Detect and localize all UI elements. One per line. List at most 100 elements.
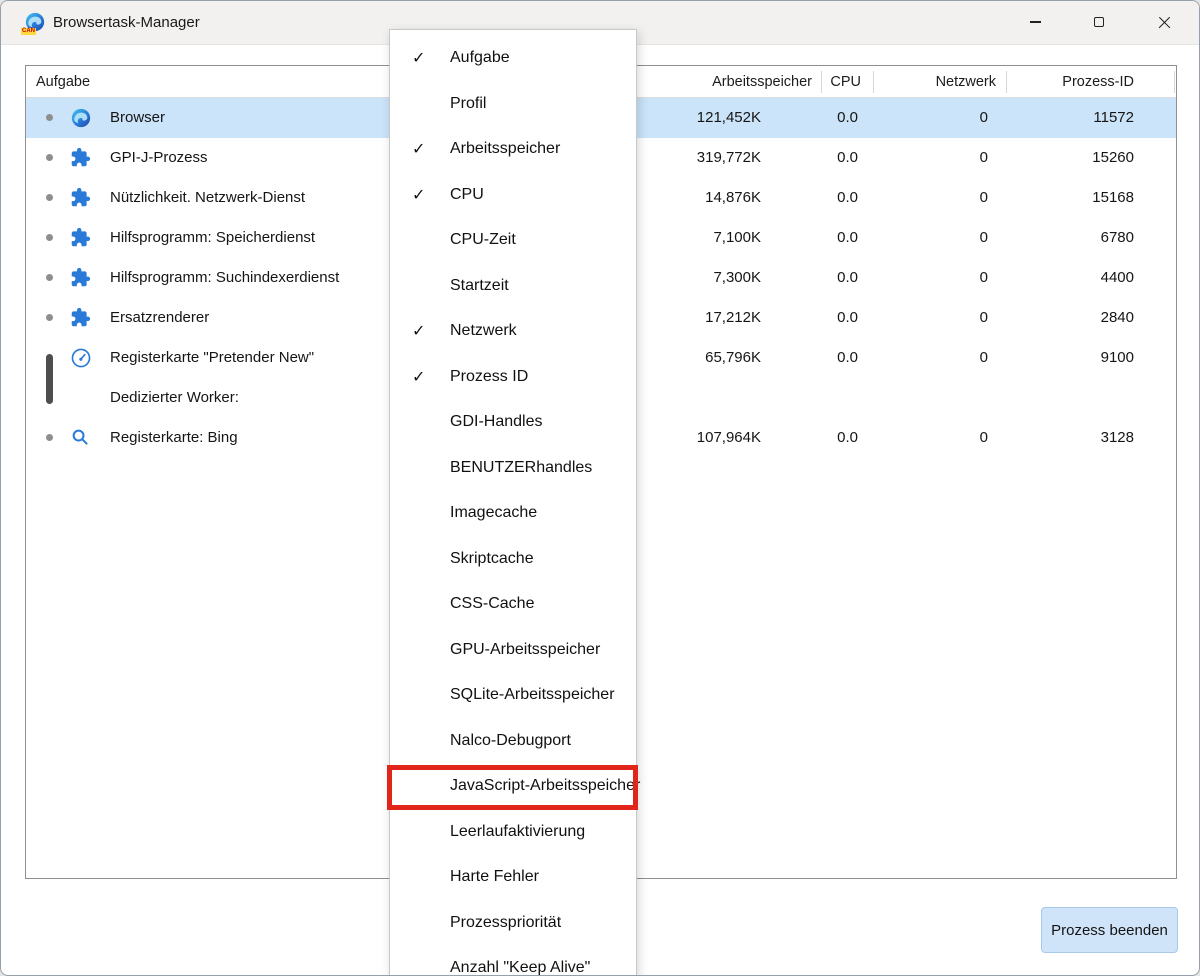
extension-icon xyxy=(70,227,92,249)
bullet-icon xyxy=(46,234,53,241)
menu-item-leerlaufaktivierung[interactable]: Leerlaufaktivierung xyxy=(390,810,636,856)
end-process-button[interactable]: Prozess beenden xyxy=(1041,907,1178,953)
bullet-icon xyxy=(46,274,53,281)
network-cell: 0 xyxy=(980,309,988,326)
menu-item-label: Imagecache xyxy=(450,504,537,522)
task-name: Dedizierter Worker: xyxy=(110,389,239,406)
menu-item-gdi-handles[interactable]: GDI-Handles xyxy=(390,400,636,446)
cpu-cell: 0.0 xyxy=(837,309,858,326)
network-cell: 0 xyxy=(980,149,988,166)
menu-item-profil[interactable]: Profil xyxy=(390,82,636,128)
menu-item-label: Nalco-Debugport xyxy=(450,732,571,750)
maximize-icon xyxy=(1094,17,1104,27)
menu-item-harte-fehler[interactable]: Harte Fehler xyxy=(390,855,636,901)
menu-item-nalco-debugport[interactable]: Nalco-Debugport xyxy=(390,719,636,765)
menu-item-label: Prozess ID xyxy=(450,368,528,386)
cpu-cell: 0.0 xyxy=(837,149,858,166)
extension-icon xyxy=(70,147,92,169)
menu-item-label: Arbeitsspeicher xyxy=(450,140,560,158)
gauge-icon xyxy=(70,347,92,369)
menu-item-anzahl-keep-alive[interactable]: Anzahl "Keep Alive" xyxy=(390,946,636,976)
memory-cell: 7,100K xyxy=(713,229,761,246)
column-header-cpu[interactable]: CPU xyxy=(830,74,861,90)
menu-item-label: JavaScript-Arbeitsspeicher xyxy=(450,777,640,795)
menu-item-label: GDI-Handles xyxy=(450,413,542,431)
window-title: Browsertask-Manager xyxy=(53,14,200,31)
pid-cell: 11572 xyxy=(1093,109,1134,126)
menu-item-label: Harte Fehler xyxy=(450,868,539,886)
bullet-icon xyxy=(46,434,53,441)
menu-item-sqlite-arbeitsspeicher[interactable]: SQLite-Arbeitsspeicher xyxy=(390,673,636,719)
task-name: GPI-J-Prozess xyxy=(110,149,208,166)
menu-item-cpu[interactable]: ✓CPU xyxy=(390,173,636,219)
close-icon xyxy=(1158,16,1171,29)
menu-item-aufgabe[interactable]: ✓ Aufgabe xyxy=(390,36,636,82)
menu-item-label: SQLite-Arbeitsspeicher xyxy=(450,686,615,704)
memory-cell: 319,772K xyxy=(697,149,761,166)
menu-item-label: Leerlaufaktivierung xyxy=(450,823,585,841)
menu-item-css-cache[interactable]: CSS-Cache xyxy=(390,582,636,628)
menu-item-startzeit[interactable]: Startzeit xyxy=(390,264,636,310)
menu-item-label: CPU-Zeit xyxy=(450,231,516,249)
task-name: Registerkarte: Bing xyxy=(110,429,238,446)
menu-item-skriptcache[interactable]: Skriptcache xyxy=(390,537,636,583)
column-header-memory[interactable]: Arbeitsspeicher xyxy=(712,74,812,90)
pid-cell: 15260 xyxy=(1092,149,1134,166)
columns-context-menu: ✓AufgabeProfil✓Arbeitsspeicher✓CPUCPU-Ze… xyxy=(389,29,637,976)
network-cell: 0 xyxy=(980,429,988,446)
pid-cell: 15168 xyxy=(1092,189,1134,206)
app-icon: CAN xyxy=(24,11,46,33)
menu-item-benutzerhandles[interactable]: BENUTZERhandles xyxy=(390,446,636,492)
column-divider xyxy=(821,71,822,93)
task-name: Hilfsprogramm: Speicherdienst xyxy=(110,229,315,246)
checkmark-icon: ✓ xyxy=(412,321,425,341)
memory-cell: 7,300K xyxy=(713,269,761,286)
network-cell: 0 xyxy=(980,349,988,366)
menu-item-imagecache[interactable]: Imagecache xyxy=(390,491,636,537)
menu-item-label: Startzeit xyxy=(450,277,509,295)
extension-icon xyxy=(70,267,92,289)
task-name: Registerkarte "Pretender New" xyxy=(110,349,314,366)
column-header-pid[interactable]: Prozess-ID xyxy=(1062,74,1134,90)
menu-item-gpu-arbeitsspeicher[interactable]: GPU-Arbeitsspeicher xyxy=(390,628,636,674)
menu-item-cpu-zeit[interactable]: CPU-Zeit xyxy=(390,218,636,264)
task-name: Browser xyxy=(110,109,165,126)
app-badge: CAN xyxy=(21,28,36,35)
checkmark-icon: ✓ xyxy=(412,185,425,205)
browser-task-manager-window: CAN Browsertask-Manager Aufgabe Arbeitss… xyxy=(0,0,1200,976)
menu-item-netzwerk[interactable]: ✓Netzwerk xyxy=(390,309,636,355)
menu-item-label: CSS-Cache xyxy=(450,595,534,613)
menu-item-prozess-id[interactable]: ✓ Prozess ID xyxy=(390,355,636,401)
task-name: Nützlichkeit. Netzwerk-Dienst xyxy=(110,189,305,206)
search-icon xyxy=(70,427,92,449)
column-divider xyxy=(1174,71,1175,93)
menu-item-label: Aufgabe xyxy=(450,49,510,67)
extension-icon xyxy=(70,187,92,209)
maximize-button[interactable] xyxy=(1076,4,1122,40)
edge-icon xyxy=(70,107,92,129)
column-header-network[interactable]: Netzwerk xyxy=(936,74,996,90)
minimize-button[interactable] xyxy=(1012,4,1058,40)
screen: CAN Browsertask-Manager Aufgabe Arbeitss… xyxy=(0,0,1200,976)
minimize-icon xyxy=(1030,21,1041,22)
menu-item-arbeitsspeicher[interactable]: ✓Arbeitsspeicher xyxy=(390,127,636,173)
memory-cell: 14,876K xyxy=(705,189,761,206)
memory-cell: 121,452K xyxy=(697,109,761,126)
bullet-icon xyxy=(46,114,53,121)
bullet-icon xyxy=(46,314,53,321)
task-name: Hilfsprogramm: Suchindexerdienst xyxy=(110,269,339,286)
menu-item-label: Anzahl "Keep Alive" xyxy=(450,959,590,976)
network-cell: 0 xyxy=(980,269,988,286)
pid-cell: 2840 xyxy=(1101,309,1134,326)
menu-item-label: GPU-Arbeitsspeicher xyxy=(450,641,600,659)
cpu-cell: 0.0 xyxy=(837,109,858,126)
menu-item-label: Skriptcache xyxy=(450,550,534,568)
menu-item-label: Prozesspriorität xyxy=(450,914,561,932)
cpu-cell: 0.0 xyxy=(837,349,858,366)
checkmark-icon: ✓ xyxy=(412,367,425,387)
menu-item-prozesspriorit-t[interactable]: Prozesspriorität xyxy=(390,901,636,947)
menu-item-javascript-arbeitsspeicher[interactable]: JavaScript-Arbeitsspeicher xyxy=(390,764,636,810)
checkmark-icon: ✓ xyxy=(412,48,425,68)
column-header-task[interactable]: Aufgabe xyxy=(36,74,90,90)
close-button[interactable] xyxy=(1141,4,1187,40)
